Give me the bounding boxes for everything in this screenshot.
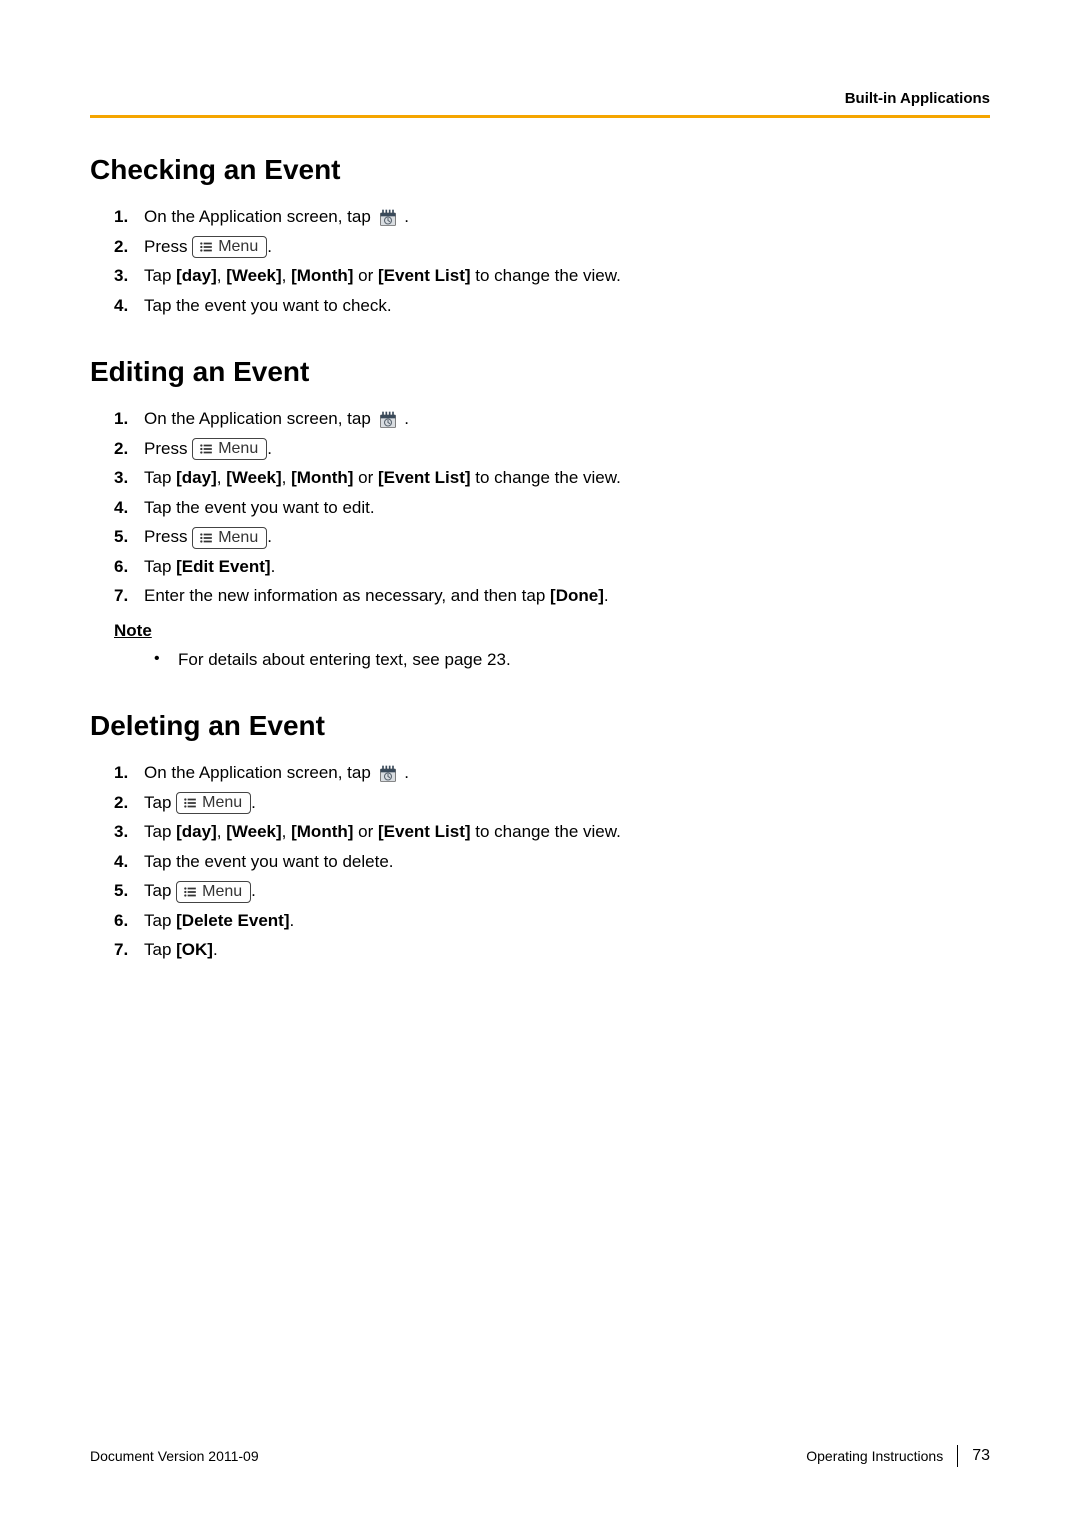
note-item: For details about entering text, see pag… [154, 647, 990, 673]
note-list: For details about entering text, see pag… [90, 647, 990, 673]
menu-button-label: Menu [218, 530, 258, 546]
section-title: Checking an Event [90, 154, 990, 186]
menu-list-icon [199, 531, 213, 545]
page-number: 73 [972, 1447, 990, 1465]
section-title: Editing an Event [90, 356, 990, 388]
menu-list-icon [199, 442, 213, 456]
footer-separator [957, 1445, 958, 1467]
menu-button[interactable]: Menu [192, 438, 267, 460]
footer-left: Document Version 2011-09 [90, 1448, 259, 1464]
footer-right-label: Operating Instructions [806, 1448, 943, 1464]
section-title: Deleting an Event [90, 710, 990, 742]
calendar-icon[interactable] [378, 410, 398, 430]
menu-button[interactable]: Menu [176, 792, 251, 814]
step-item: Press Menu. [114, 436, 990, 462]
note-heading: Note [114, 621, 990, 641]
step-list: On the Application screen, tap . Press Me… [90, 204, 990, 318]
menu-list-icon [183, 885, 197, 899]
section-header: Built-in Applications [90, 90, 990, 115]
menu-button-label: Menu [218, 441, 258, 457]
step-item: Tap [Delete Event]. [114, 908, 990, 934]
step-item: On the Application screen, tap . [114, 760, 990, 786]
menu-button-label: Menu [218, 239, 258, 255]
step-item: Tap [day], [Week], [Month] or [Event Lis… [114, 465, 990, 491]
menu-button[interactable]: Menu [176, 881, 251, 903]
menu-list-icon [183, 796, 197, 810]
menu-button[interactable]: Menu [192, 236, 267, 258]
menu-button-label: Menu [202, 795, 242, 811]
step-item: Press Menu. [114, 524, 990, 550]
header-rule [90, 115, 990, 118]
menu-button-label: Menu [202, 884, 242, 900]
step-list: On the Application screen, tap . Tap Menu… [90, 760, 990, 963]
step-item: Press Menu. [114, 234, 990, 260]
menu-list-icon [199, 240, 213, 254]
step-item: Tap [Edit Event]. [114, 554, 990, 580]
step-item: Enter the new information as necessary, … [114, 583, 990, 609]
step-list: On the Application screen, tap . Press Me… [90, 406, 990, 609]
page-footer: Document Version 2011-09 Operating Instr… [90, 1445, 990, 1467]
step-item: Tap [day], [Week], [Month] or [Event Lis… [114, 263, 990, 289]
step-item: Tap the event you want to check. [114, 293, 990, 319]
step-item: Tap Menu. [114, 790, 990, 816]
step-item: Tap Menu. [114, 878, 990, 904]
step-item: Tap [OK]. [114, 937, 990, 963]
step-item: Tap the event you want to edit. [114, 495, 990, 521]
step-item: On the Application screen, tap . [114, 406, 990, 432]
calendar-icon[interactable] [378, 764, 398, 784]
step-item: On the Application screen, tap . [114, 204, 990, 230]
menu-button[interactable]: Menu [192, 527, 267, 549]
calendar-icon[interactable] [378, 208, 398, 228]
step-item: Tap [day], [Week], [Month] or [Event Lis… [114, 819, 990, 845]
step-item: Tap the event you want to delete. [114, 849, 990, 875]
